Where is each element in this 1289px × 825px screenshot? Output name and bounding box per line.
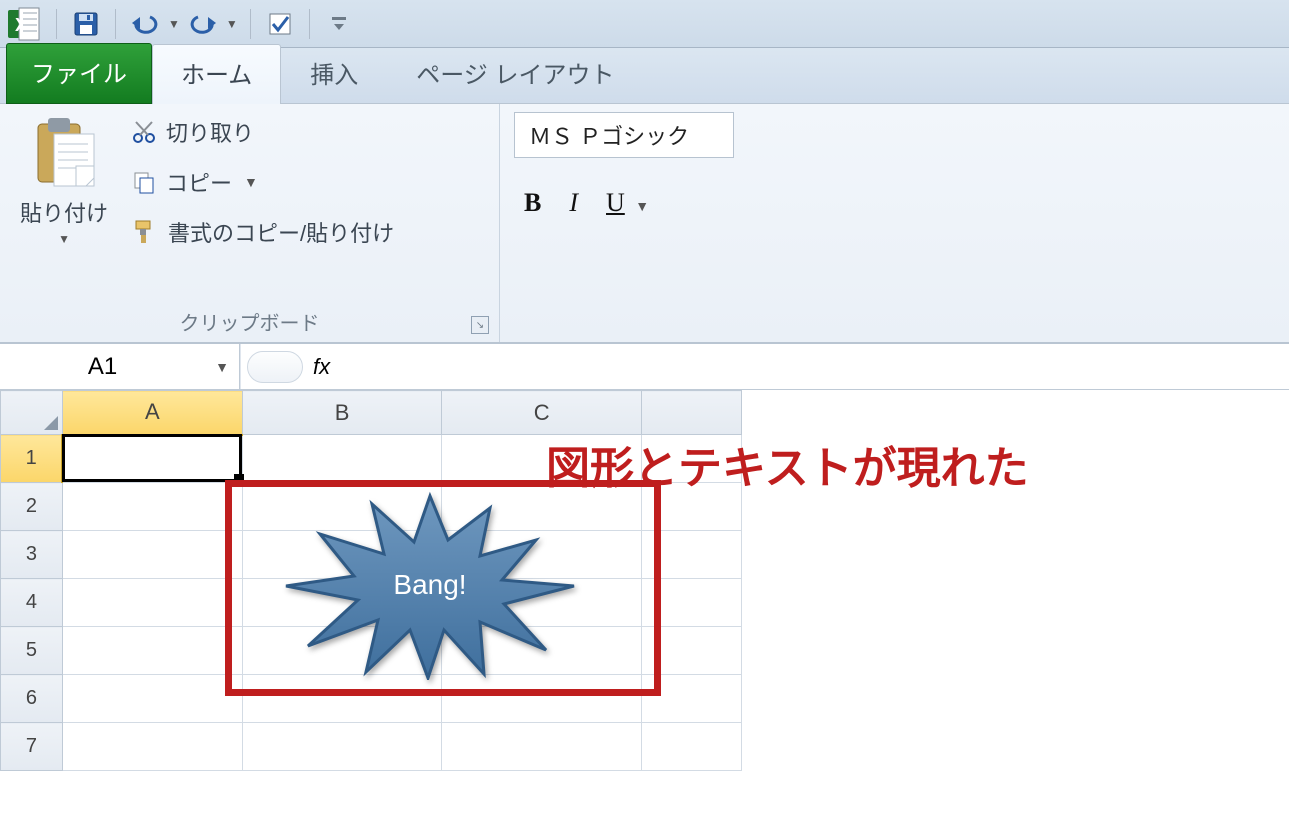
column-header-C[interactable]: C [442, 391, 642, 435]
qat-checkbox-icon[interactable] [263, 7, 297, 41]
cell-B7[interactable] [242, 723, 442, 771]
redo-dropdown-icon[interactable]: ▼ [226, 17, 238, 31]
cell-D4[interactable] [642, 579, 742, 627]
paintbrush-icon [132, 219, 158, 245]
explosion-shape[interactable]: Bang! [280, 490, 580, 680]
cut-label: 切り取り [166, 116, 254, 148]
tab-insert-label: 挿入 [310, 62, 358, 89]
paste-dropdown-icon[interactable]: ▼ [58, 232, 70, 246]
copy-dropdown-icon[interactable]: ▼ [244, 174, 258, 190]
redo-button[interactable] [186, 7, 220, 41]
bold-button[interactable]: B [524, 188, 541, 218]
tab-home[interactable]: ホーム [152, 44, 281, 104]
format-painter-button[interactable]: 書式のコピー/貼り付け [132, 216, 394, 248]
underline-button[interactable]: U [606, 188, 625, 217]
save-button[interactable] [69, 7, 103, 41]
formula-bar-input[interactable] [344, 344, 1289, 389]
cell-A1[interactable] [62, 435, 242, 483]
clipboard-paste-icon [32, 116, 96, 192]
undo-button[interactable] [128, 7, 162, 41]
row-header-5[interactable]: 5 [1, 627, 63, 675]
column-header-overflow[interactable] [642, 391, 742, 435]
tab-pagelayout-label: ページ レイアウト [416, 62, 614, 89]
cut-button[interactable]: 切り取り [132, 116, 394, 148]
select-all-button[interactable] [1, 391, 63, 435]
row-header-4[interactable]: 4 [1, 579, 63, 627]
tab-file[interactable]: ファイル [6, 43, 152, 104]
cell-B1[interactable] [242, 435, 442, 483]
cell-D6[interactable] [642, 675, 742, 723]
name-box-value: A1 [0, 353, 205, 381]
annotation-text: 図形とテキストが現れた [546, 432, 1029, 496]
shape-text: Bang! [393, 569, 466, 601]
cell-D7[interactable] [642, 723, 742, 771]
format-painter-label: 書式のコピー/貼り付け [168, 216, 394, 248]
row-header-7[interactable]: 7 [1, 723, 63, 771]
scissors-icon [132, 120, 156, 144]
cell-A6[interactable] [62, 675, 242, 723]
qat-customize-icon[interactable] [322, 7, 356, 41]
name-box[interactable]: A1 ▼ [0, 344, 240, 389]
cell-C6[interactable] [442, 675, 642, 723]
cell-C7[interactable] [442, 723, 642, 771]
row-header-6[interactable]: 6 [1, 675, 63, 723]
font-name-combo[interactable]: ＭＳ Ｐゴシック [514, 112, 734, 158]
group-clipboard: 貼り付け ▼ 切り取り コピー ▼ 書式のコピー/貼り付け [0, 104, 500, 342]
undo-dropdown-icon[interactable]: ▼ [168, 17, 180, 31]
paste-label: 貼り付け [20, 196, 108, 228]
copy-label: コピー [166, 166, 232, 198]
tab-home-label: ホーム [181, 62, 252, 89]
tab-file-label: ファイル [31, 61, 127, 88]
cell-D5[interactable] [642, 627, 742, 675]
italic-button[interactable]: I [569, 188, 578, 218]
font-name-value: ＭＳ Ｐゴシック [529, 124, 689, 149]
cell-B6[interactable] [242, 675, 442, 723]
ribbon-tabs: ファイル ホーム 挿入 ページ レイアウト [0, 48, 1289, 104]
paste-button[interactable]: 貼り付け ▼ [14, 112, 114, 250]
cell-A3[interactable] [62, 531, 242, 579]
cell-A4[interactable] [62, 579, 242, 627]
tab-page-layout[interactable]: ページ レイアウト [387, 44, 643, 104]
underline-dropdown-icon[interactable]: ▼ [635, 198, 649, 214]
group-font: ＭＳ Ｐゴシック B I U ▼ [500, 104, 746, 342]
quick-access-toolbar: X ▼ ▼ [0, 0, 1289, 48]
ribbon-body: 貼り付け ▼ 切り取り コピー ▼ 書式のコピー/貼り付け [0, 104, 1289, 344]
column-header-B[interactable]: B [242, 391, 442, 435]
name-box-dropdown-icon[interactable]: ▼ [205, 359, 239, 375]
copy-button[interactable]: コピー ▼ [132, 166, 394, 198]
cell-A5[interactable] [62, 627, 242, 675]
column-header-A[interactable]: A [62, 391, 242, 435]
row-header-1[interactable]: 1 [1, 435, 63, 483]
excel-app-icon: X [4, 6, 44, 42]
tab-insert[interactable]: 挿入 [281, 44, 387, 104]
cell-A7[interactable] [62, 723, 242, 771]
clipboard-group-label: クリップボード [180, 307, 320, 336]
copy-icon [132, 170, 156, 194]
clipboard-dialog-launcher-icon[interactable]: ↘ [471, 316, 489, 334]
cancel-enter-area [247, 351, 303, 383]
cell-D3[interactable] [642, 531, 742, 579]
fx-icon[interactable]: fx [313, 354, 330, 380]
row-header-3[interactable]: 3 [1, 531, 63, 579]
row-header-2[interactable]: 2 [1, 483, 63, 531]
formula-bar-row: A1 ▼ fx [0, 344, 1289, 390]
cell-A2[interactable] [62, 483, 242, 531]
